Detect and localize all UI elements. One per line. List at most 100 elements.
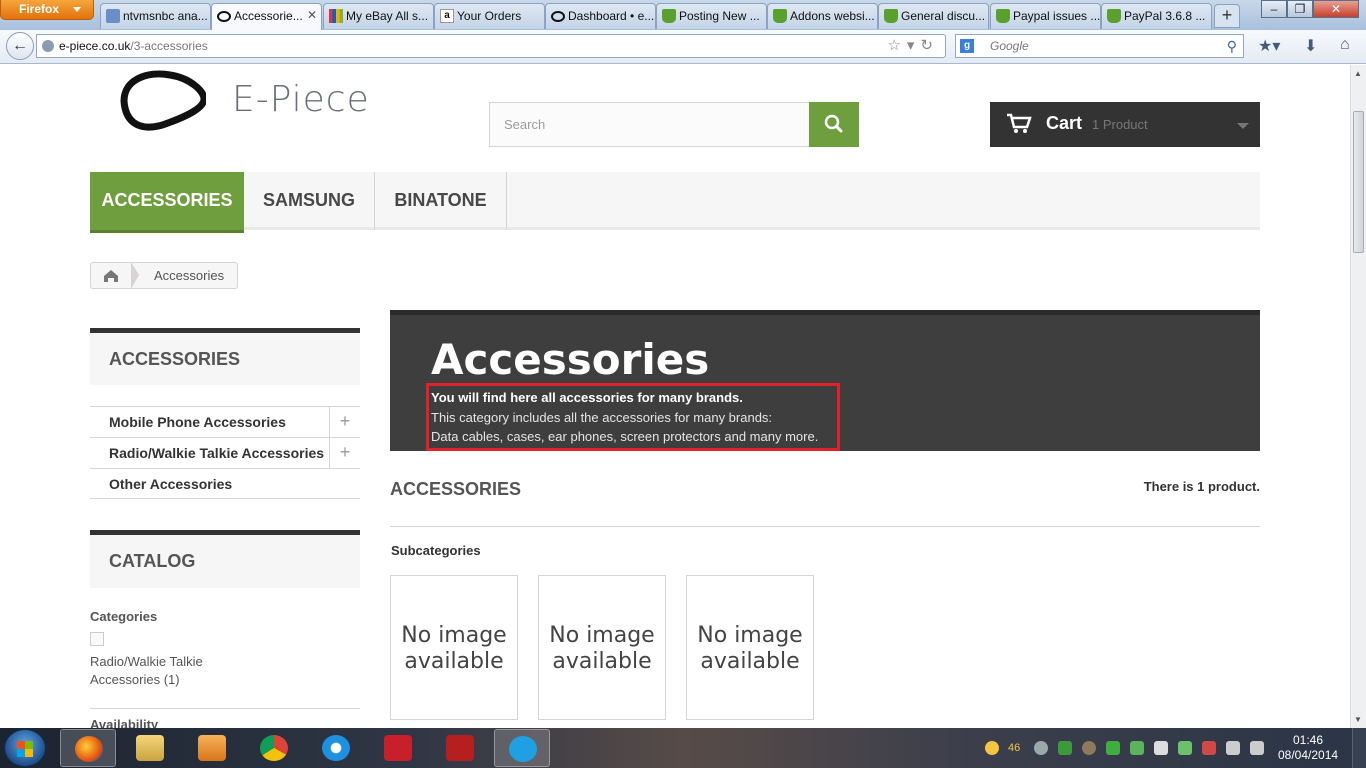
network-globe-icon[interactable] [1082, 741, 1096, 755]
close-window-button[interactable]: ✕ [1313, 0, 1359, 18]
tab-active[interactable]: Accessorie... ✕ [211, 3, 322, 30]
sidebar-item-mobile-phone-accessories[interactable]: Mobile Phone Accessories + [90, 406, 360, 437]
category-name-heading: ACCESSORIES [390, 479, 522, 499]
google-icon[interactable]: g [960, 39, 974, 53]
prestashop-icon [1107, 9, 1121, 23]
tab-label: General discu... [901, 9, 986, 23]
bookmark-star-icon[interactable]: ☆ [887, 37, 906, 54]
system-tray: 46 [980, 728, 1270, 768]
subcategory-tile[interactable]: No image available [390, 575, 518, 720]
search-icon[interactable]: ⚲ [1227, 35, 1237, 57]
breadcrumb-separator [131, 262, 139, 289]
expand-plus-icon[interactable]: + [329, 407, 360, 437]
menu-item-samsung[interactable]: SAMSUNG [244, 172, 375, 230]
power-icon[interactable] [1202, 741, 1216, 755]
site-logo-text[interactable]: E-Piece [232, 79, 370, 120]
signal-icon[interactable] [1226, 741, 1240, 755]
epiece-icon [217, 11, 231, 22]
tab-label: PayPal 3.6.8 ... [1124, 9, 1206, 23]
address-bar[interactable]: e-piece.co.uk/3-accessories ☆▾↻ [36, 34, 946, 58]
start-button[interactable] [4, 729, 46, 767]
tab-label: Posting New ... [679, 9, 760, 23]
tab[interactable]: Posting New ... [656, 3, 767, 29]
breadcrumb-home[interactable] [91, 263, 131, 288]
product-count: There is 1 product. [1143, 479, 1260, 494]
filter-checkbox[interactable] [90, 632, 104, 646]
tab[interactable]: My eBay All s... [323, 3, 434, 29]
browser-tab-bar: Firefox ntvmsnbc ana... Accessorie... ✕ M… [0, 0, 1366, 30]
volume-icon[interactable] [1250, 741, 1264, 755]
minimize-button[interactable]: – [1261, 0, 1287, 18]
sidebar-category-list: Mobile Phone Accessories + Radio/Walkie … [90, 406, 360, 499]
clock-time: 01:46 [1292, 733, 1324, 747]
filter-option-label[interactable]: Radio/Walkie Talkie Accessories (1) [90, 653, 240, 689]
firefox-button-label: Firefox [19, 2, 60, 16]
page-content: E-Piece Search Cart 1 Product ACCESSORIE… [0, 65, 1350, 728]
taskbar-internet-explorer[interactable] [308, 729, 364, 767]
firefox-menu-button[interactable]: Firefox [0, 0, 94, 20]
taskbar-explorer[interactable] [122, 729, 178, 767]
filezilla-icon [446, 735, 474, 761]
filter-availability-heading: Availability [90, 717, 159, 728]
menu-item-accessories[interactable]: ACCESSORIES [90, 172, 244, 233]
flag-icon[interactable] [1154, 741, 1168, 755]
taskbar-chrome[interactable] [246, 729, 302, 767]
maximize-button[interactable]: ❐ [1287, 0, 1313, 18]
sidebar-item-label: Mobile Phone Accessories [109, 414, 286, 430]
tab[interactable]: Addons websi... [767, 3, 878, 29]
search-engine-box[interactable]: g Google ⚲ [955, 34, 1244, 58]
sidebar-item-other-accessories[interactable]: Other Accessories [90, 468, 360, 499]
back-button[interactable]: ← [6, 32, 34, 60]
category-description-line: This category includes all the accessori… [431, 410, 773, 425]
scroll-up-arrow-icon[interactable]: ▲ [1354, 69, 1362, 78]
system-clock[interactable]: 01:46 08/04/2014 [1278, 733, 1338, 763]
tab[interactable]: a Your Orders [434, 3, 545, 29]
tab[interactable]: ntvmsnbc ana... [100, 3, 211, 29]
subcategory-tile[interactable]: No image available [686, 575, 814, 720]
no-image-placeholder: No image available [697, 623, 803, 674]
sidebar-categories-title[interactable]: ACCESSORIES [90, 328, 360, 385]
shopping-cart-icon [1007, 113, 1032, 133]
taskbar-firefox[interactable] [60, 729, 116, 767]
tab-label: Paypal issues ... [1013, 9, 1101, 23]
update-icon[interactable] [1178, 741, 1192, 755]
menu-item-binatone[interactable]: BINATONE [375, 172, 507, 230]
tab[interactable]: General discu... [878, 3, 989, 29]
taskbar-filezilla[interactable] [432, 729, 488, 767]
sync-icon[interactable] [1058, 741, 1072, 755]
bookmarks-icon[interactable]: ★▾ [1258, 36, 1280, 56]
shield-check-icon[interactable] [1130, 741, 1144, 755]
gear-icon[interactable] [1034, 741, 1048, 755]
close-tab-icon[interactable]: ✕ [307, 8, 317, 22]
history-dropdown-icon[interactable]: ▾ [907, 37, 921, 54]
tab[interactable]: Dashboard • e... [545, 3, 656, 29]
site-search-input[interactable]: Search [489, 102, 810, 147]
scrollbar-thumb[interactable] [1353, 111, 1364, 253]
taskbar-skype[interactable] [494, 729, 550, 767]
site-search-button[interactable] [809, 102, 859, 147]
checkmark-icon[interactable] [1106, 741, 1120, 755]
coin-icon[interactable] [985, 741, 999, 755]
scroll-down-arrow-icon[interactable]: ▼ [1354, 715, 1362, 724]
reload-icon[interactable]: ↻ [920, 37, 939, 54]
chevron-down-icon [73, 7, 81, 12]
main-menu: ACCESSORIES SAMSUNG BINATONE [90, 172, 1260, 233]
cart-button[interactable]: Cart 1 Product [990, 102, 1260, 147]
home-icon[interactable]: ⌂ [1340, 36, 1350, 54]
subcategory-tile[interactable]: No image available [538, 575, 666, 720]
tab[interactable]: PayPal 3.6.8 ... [1101, 3, 1212, 29]
downloads-icon[interactable]: ⬇ [1304, 36, 1317, 56]
sidebar-item-radio-walkie-talkie-accessories[interactable]: Radio/Walkie Talkie Accessories + [90, 437, 360, 468]
cart-label: Cart [1046, 113, 1083, 133]
home-icon [104, 270, 118, 282]
tab[interactable]: Paypal issues ... [990, 3, 1101, 29]
chevron-down-icon [1237, 123, 1249, 129]
new-tab-button[interactable]: + [1214, 4, 1240, 28]
expand-plus-icon[interactable]: + [329, 438, 360, 468]
show-desktop-button[interactable] [1352, 728, 1366, 768]
category-description-bold: You will find here all accessories for m… [431, 390, 743, 405]
taskbar-media-player[interactable] [184, 729, 240, 767]
epiece-logo-icon[interactable] [118, 69, 206, 131]
taskbar-stamp-app[interactable] [370, 729, 426, 767]
vertical-scrollbar[interactable]: ▲ ▼ [1350, 65, 1366, 728]
